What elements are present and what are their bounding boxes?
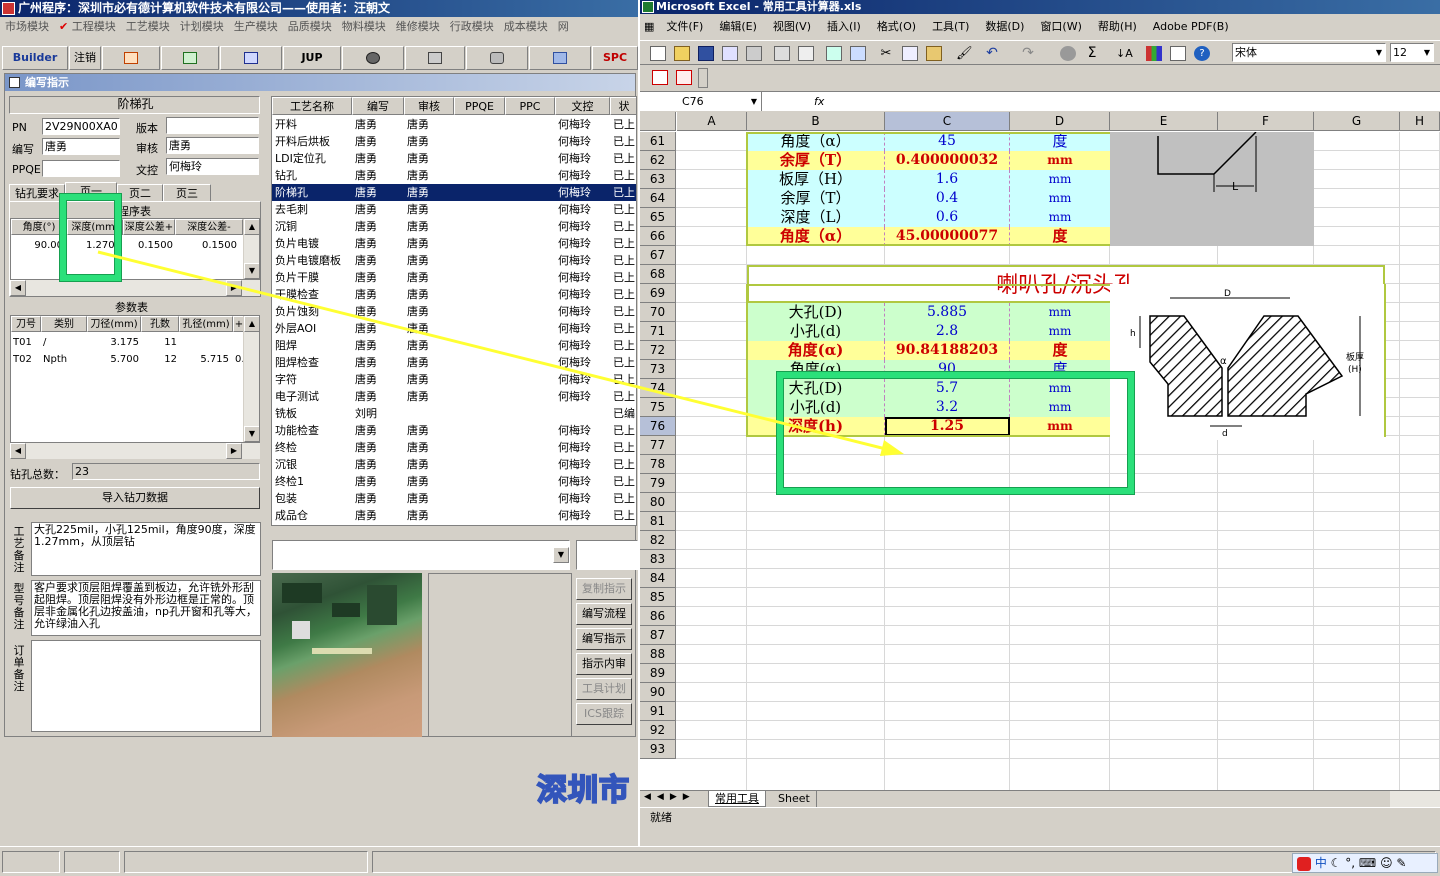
arrow-line — [97, 250, 891, 452]
arrow-head-icon — [880, 440, 904, 456]
annotation-arrow — [97, 250, 904, 456]
